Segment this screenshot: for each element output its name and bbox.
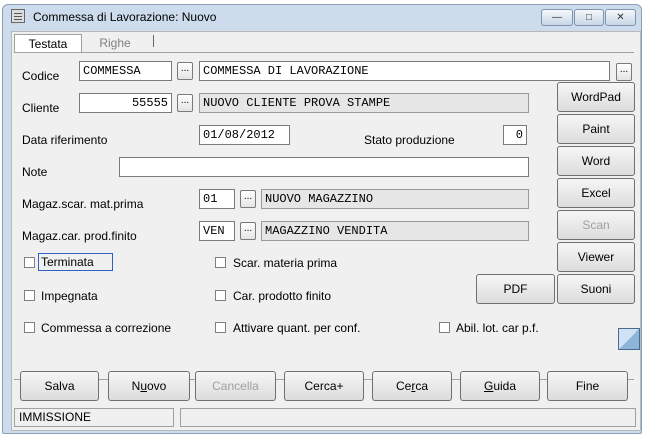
codice-label: Codice bbox=[22, 69, 60, 83]
title-bar: Commessa di Lavorazione: Nuovo — □ ✕ bbox=[3, 5, 641, 29]
scar-materia-prima-checkbox[interactable] bbox=[215, 257, 226, 268]
cerca-button[interactable]: Cerca bbox=[372, 371, 452, 401]
tab-separator bbox=[153, 35, 154, 47]
attivare-quant-checkbox[interactable] bbox=[215, 322, 226, 333]
magaz-scar-field[interactable]: 01 bbox=[199, 189, 235, 209]
page-corner-icon bbox=[618, 328, 640, 350]
paint-button[interactable]: Paint bbox=[557, 114, 635, 144]
window-title: Commessa di Lavorazione: Nuovo bbox=[33, 10, 217, 24]
codice-lookup-button[interactable]: ... bbox=[177, 62, 193, 80]
codice-description-lookup-button[interactable]: ... bbox=[616, 63, 632, 81]
salva-button[interactable]: Salva bbox=[20, 371, 99, 401]
suoni-button[interactable]: Suoni bbox=[557, 274, 635, 304]
impegnata-label: Impegnata bbox=[41, 289, 98, 303]
fine-button[interactable]: Fine bbox=[547, 371, 628, 401]
maximize-button[interactable]: □ bbox=[574, 9, 604, 26]
excel-button[interactable]: Excel bbox=[557, 178, 635, 208]
data-riferimento-label: Data riferimento bbox=[22, 133, 108, 147]
note-field[interactable] bbox=[119, 157, 529, 177]
window: Commessa di Lavorazione: Nuovo — □ ✕ Tes… bbox=[2, 4, 642, 434]
close-button[interactable]: ✕ bbox=[605, 9, 636, 26]
codice-field[interactable]: COMMESSA bbox=[79, 61, 172, 81]
magaz-car-label: Magaz.car. prod.finito bbox=[22, 229, 137, 243]
cliente-lookup-button[interactable]: ... bbox=[177, 94, 193, 112]
magaz-scar-lookup-button[interactable]: ... bbox=[240, 190, 256, 208]
tab-righe[interactable]: Righe bbox=[84, 34, 146, 52]
cliente-description-field: NUOVO CLIENTE PROVA STAMPE bbox=[199, 93, 529, 113]
status-mode: IMMISSIONE bbox=[14, 408, 174, 427]
car-prodotto-finito-label: Car. prodotto finito bbox=[233, 289, 332, 303]
car-prodotto-finito-checkbox[interactable] bbox=[215, 290, 226, 301]
nuovo-button[interactable]: Nuovo bbox=[108, 371, 190, 401]
tab-testata[interactable]: Testata bbox=[14, 34, 82, 53]
terminata-checkbox[interactable] bbox=[24, 257, 35, 268]
terminata-label: Terminata bbox=[38, 253, 113, 271]
cliente-field[interactable]: 55555 bbox=[79, 93, 172, 113]
data-riferimento-field[interactable]: 01/08/2012 bbox=[199, 125, 290, 145]
commessa-correzione-checkbox[interactable] bbox=[24, 322, 35, 333]
magaz-car-field[interactable]: VEN bbox=[199, 221, 235, 241]
pdf-button[interactable]: PDF bbox=[476, 274, 555, 304]
magaz-car-description-field: MAGAZZINO VENDITA bbox=[261, 221, 529, 241]
magaz-scar-description-field: NUOVO MAGAZZINO bbox=[261, 189, 529, 209]
magaz-car-lookup-button[interactable]: ... bbox=[240, 222, 256, 240]
scar-materia-prima-label: Scar. materia prima bbox=[233, 256, 338, 270]
commessa-correzione-label: Commessa a correzione bbox=[41, 321, 172, 335]
cliente-label: Cliente bbox=[22, 101, 60, 115]
word-button[interactable]: Word bbox=[557, 146, 635, 176]
attivare-quant-label: Attivare quant. per conf. bbox=[233, 321, 361, 335]
viewer-button[interactable]: Viewer bbox=[557, 242, 635, 272]
minimize-button[interactable]: — bbox=[541, 9, 573, 26]
note-label: Note bbox=[22, 165, 48, 179]
scan-button[interactable]: Scan bbox=[557, 210, 635, 240]
client-area: Testata Righe Codice COMMESSA ... COMMES… bbox=[11, 31, 641, 431]
stato-produzione-field[interactable]: 0 bbox=[503, 125, 527, 145]
codice-description-field[interactable]: COMMESSA DI LAVORAZIONE bbox=[199, 61, 610, 81]
abil-lot-checkbox[interactable] bbox=[439, 322, 450, 333]
cancella-button[interactable]: Cancella bbox=[195, 371, 276, 401]
impegnata-checkbox[interactable] bbox=[24, 290, 35, 301]
magaz-scar-label: Magaz.scar. mat.prima bbox=[22, 197, 144, 211]
abil-lot-label: Abil. lot. car p.f. bbox=[456, 321, 539, 335]
app-icon bbox=[11, 9, 25, 23]
guida-button[interactable]: Guida bbox=[460, 371, 540, 401]
cerca-plus-button[interactable]: Cerca+ bbox=[284, 371, 364, 401]
stato-produzione-label: Stato produzione bbox=[364, 133, 455, 147]
wordpad-button[interactable]: WordPad bbox=[557, 82, 635, 112]
status-message bbox=[180, 408, 636, 427]
